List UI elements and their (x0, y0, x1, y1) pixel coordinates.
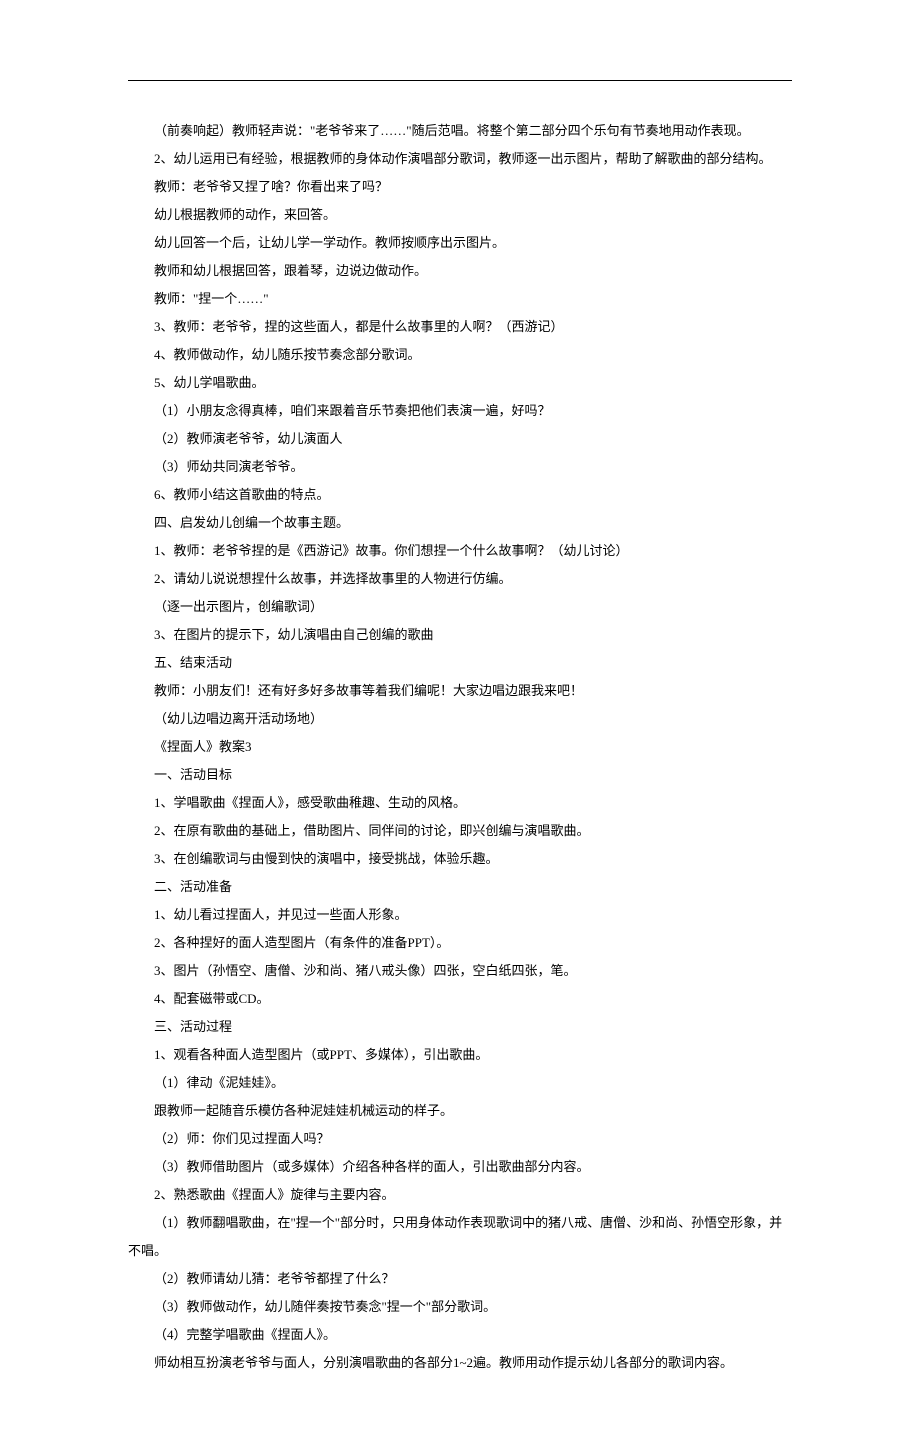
text-line: （幼儿边唱边离开活动场地） (128, 705, 792, 733)
text-line: 教师和幼儿根据回答，跟着琴，边说边做动作。 (128, 257, 792, 285)
text-line: 1、观看各种面人造型图片（或PPT、多媒体），引出歌曲。 (128, 1041, 792, 1069)
text-line: （2）师：你们见过捏面人吗？ (128, 1125, 792, 1153)
text-line: 6、教师小结这首歌曲的特点。 (128, 481, 792, 509)
text-line: 四、启发幼儿创编一个故事主题。 (128, 509, 792, 537)
text-line: 3、图片（孙悟空、唐僧、沙和尚、猪八戒头像）四张，空白纸四张，笔。 (128, 957, 792, 985)
text-line: 教师：老爷爷又捏了啥？你看出来了吗？ (128, 173, 792, 201)
text-line: （1）律动《泥娃娃》。 (128, 1069, 792, 1097)
text-line: （3）教师做动作，幼儿随伴奏按节奏念"捏一个"部分歌词。 (128, 1293, 792, 1321)
text-line: 3、在创编歌词与由慢到快的演唱中，接受挑战，体验乐趣。 (128, 845, 792, 873)
document-page: （前奏响起）教师轻声说："老爷爷来了……"随后范唱。将整个第二部分四个乐句有节奏… (0, 0, 920, 1437)
text-line: （3）教师借助图片（或多媒体）介绍各种各样的面人，引出歌曲部分内容。 (128, 1153, 792, 1181)
text-line: 跟教师一起随音乐模仿各种泥娃娃机械运动的样子。 (128, 1097, 792, 1125)
text-line: 师幼相互扮演老爷爷与面人，分别演唱歌曲的各部分1~2遍。教师用动作提示幼儿各部分… (128, 1349, 792, 1377)
text-line: （2）教师演老爷爷，幼儿演面人 (128, 425, 792, 453)
text-line: 1、幼儿看过捏面人，并见过一些面人形象。 (128, 901, 792, 929)
text-line: 五、结束活动 (128, 649, 792, 677)
top-divider (128, 80, 792, 81)
text-line: 5、幼儿学唱歌曲。 (128, 369, 792, 397)
text-line: 教师："捏一个……" (128, 285, 792, 313)
text-line: （逐一出示图片，创编歌词） (128, 593, 792, 621)
text-line: （1）小朋友念得真棒，咱们来跟着音乐节奏把他们表演一遍，好吗？ (128, 397, 792, 425)
text-line: （3）师幼共同演老爷爷。 (128, 453, 792, 481)
text-line: 2、熟悉歌曲《捏面人》旋律与主要内容。 (128, 1181, 792, 1209)
text-line: 二、活动准备 (128, 873, 792, 901)
text-line: 教师：小朋友们！还有好多好多故事等着我们编呢！大家边唱边跟我来吧！ (128, 677, 792, 705)
text-line: 《捏面人》教案3 (128, 733, 792, 761)
text-line: 2、在原有歌曲的基础上，借助图片、同伴间的讨论，即兴创编与演唱歌曲。 (128, 817, 792, 845)
text-line: 1、学唱歌曲《捏面人》，感受歌曲稚趣、生动的风格。 (128, 789, 792, 817)
text-line: （4）完整学唱歌曲《捏面人》。 (128, 1321, 792, 1349)
text-line: 3、在图片的提示下，幼儿演唱由自己创编的歌曲 (128, 621, 792, 649)
text-line: 幼儿回答一个后，让幼儿学一学动作。教师按顺序出示图片。 (128, 229, 792, 257)
text-line: 一、活动目标 (128, 761, 792, 789)
text-line: 2、各种捏好的面人造型图片（有条件的准备PPT）。 (128, 929, 792, 957)
document-body: （前奏响起）教师轻声说："老爷爷来了……"随后范唱。将整个第二部分四个乐句有节奏… (128, 117, 792, 1377)
text-line: 幼儿根据教师的动作，来回答。 (128, 201, 792, 229)
text-line: （1）教师翻唱歌曲，在"捏一个"部分时，只用身体动作表现歌词中的猪八戒、唐僧、沙… (128, 1209, 792, 1265)
text-line: （2）教师请幼儿猜：老爷爷都捏了什么？ (128, 1265, 792, 1293)
text-line: 1、教师：老爷爷捏的是《西游记》故事。你们想捏一个什么故事啊？（幼儿讨论） (128, 537, 792, 565)
text-line: 3、教师：老爷爷，捏的这些面人，都是什么故事里的人啊？（西游记） (128, 313, 792, 341)
text-line: 三、活动过程 (128, 1013, 792, 1041)
text-line: 4、教师做动作，幼儿随乐按节奏念部分歌词。 (128, 341, 792, 369)
text-line: 2、请幼儿说说想捏什么故事，并选择故事里的人物进行仿编。 (128, 565, 792, 593)
text-line: （前奏响起）教师轻声说："老爷爷来了……"随后范唱。将整个第二部分四个乐句有节奏… (128, 117, 792, 145)
text-line: 4、配套磁带或CD。 (128, 985, 792, 1013)
text-line: 2、幼儿运用已有经验，根据教师的身体动作演唱部分歌词，教师逐一出示图片，帮助了解… (128, 145, 792, 173)
